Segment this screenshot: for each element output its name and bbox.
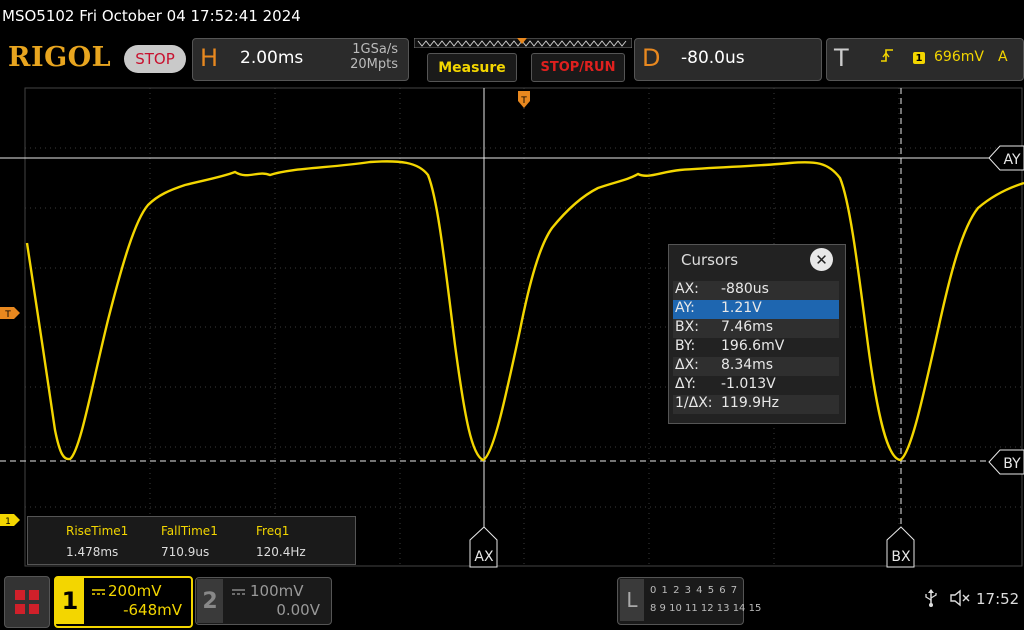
cursor-row-bx[interactable]: BX: 7.46ms [673, 319, 839, 338]
channel-1-offset: -648mV [123, 601, 182, 619]
channel-2-offset: 0.00V [276, 601, 320, 619]
timebase-value: 2.00ms [240, 48, 304, 68]
ch1-ground-label: 1 [5, 517, 11, 527]
horizontal-label: H [200, 44, 219, 72]
cursor-bx-label: BX [891, 549, 911, 565]
logic-analyzer-label: L [620, 579, 644, 621]
dc-coupling-icon [92, 589, 105, 595]
main-menu-button[interactable] [4, 576, 50, 628]
rising-edge-icon [881, 49, 893, 62]
logic-channels-8-15: 8 9 10 11 12 13 14 15 [650, 603, 762, 614]
cursor-ax-label: AX [474, 549, 494, 565]
channel-1-scale: 200mV [108, 582, 162, 600]
measurement-panel[interactable]: RiseTime1 1.478ms FallTime1 710.9us Freq… [27, 516, 356, 565]
trigger-source-badge: 1 [913, 52, 925, 64]
cursor-row-delta-y: ΔY: -1.013V [675, 376, 776, 392]
run-state-badge[interactable]: STOP [124, 45, 186, 73]
sample-rate: 1GSa/s [352, 42, 398, 57]
trigger-panel[interactable] [826, 38, 1024, 81]
cursor-row-ay[interactable]: AY: 1.21V [673, 300, 839, 319]
measurement-name: RiseTime1 [66, 524, 129, 538]
cursor-row-inverse-delta-x: 1/ΔX: 119.9Hz [673, 395, 839, 414]
rigol-logo: RIGOL [8, 42, 112, 73]
close-icon[interactable]: ✕ [810, 248, 833, 271]
stop-run-button[interactable]: STOP/RUN [531, 53, 625, 82]
channel-2-scale: 100mV [250, 582, 304, 600]
measurement-name: Freq1 [256, 524, 290, 538]
trigger-mode: A [998, 49, 1008, 65]
status-clock: 17:52 [976, 590, 1020, 608]
trigger-position-ruler [414, 38, 632, 48]
channel-1-number: 1 [56, 578, 84, 624]
speaker-muted-icon[interactable] [950, 589, 972, 607]
cursor-ay-label: AY [1003, 152, 1020, 168]
cursors-table: AX: -880us AY: 1.21V BX: 7.46ms BY: 196.6mV … [673, 281, 839, 414]
trigger-level-label: T [4, 310, 11, 320]
trigger-label: T [834, 44, 849, 72]
measurement-value: 710.9us [161, 545, 210, 559]
cursors-panel-title: Cursors [681, 251, 739, 269]
logic-channels-0-7: 0 1 2 3 4 5 6 7 [650, 585, 739, 596]
channel-2-number: 2 [197, 579, 223, 623]
cursor-row-ax[interactable]: AX: -880us [673, 281, 839, 300]
cursor-by-label: BY [1003, 456, 1021, 472]
measurement-value: 120.4Hz [256, 545, 306, 559]
cursor-row-delta-x: ΔX: 8.34ms [673, 357, 839, 376]
acquisition-info: 1GSa/s 20Mpts [330, 42, 398, 72]
waveform-display[interactable]: T T 1 AY BY AX BX [0, 85, 1024, 570]
graticule [24, 88, 1022, 566]
dc-coupling-icon [232, 589, 245, 595]
measurement-name: FallTime1 [161, 524, 218, 538]
measurement-value: 1.478ms [66, 545, 119, 559]
memory-depth: 20Mpts [350, 57, 398, 72]
usb-icon [925, 589, 937, 607]
delay-value: -80.0us [681, 48, 745, 68]
trigger-position-label: T [520, 96, 527, 106]
measure-button[interactable]: Measure [427, 53, 517, 82]
cursor-row-by[interactable]: BY: 196.6mV [673, 338, 839, 357]
grid-menu-icon [15, 590, 39, 614]
trigger-level: 696mV [934, 49, 984, 65]
delay-label: D [642, 44, 661, 72]
channel-1-trace [25, 160, 1024, 462]
title-text: MSO5102 Fri October 04 17:52:41 2024 [2, 7, 301, 25]
